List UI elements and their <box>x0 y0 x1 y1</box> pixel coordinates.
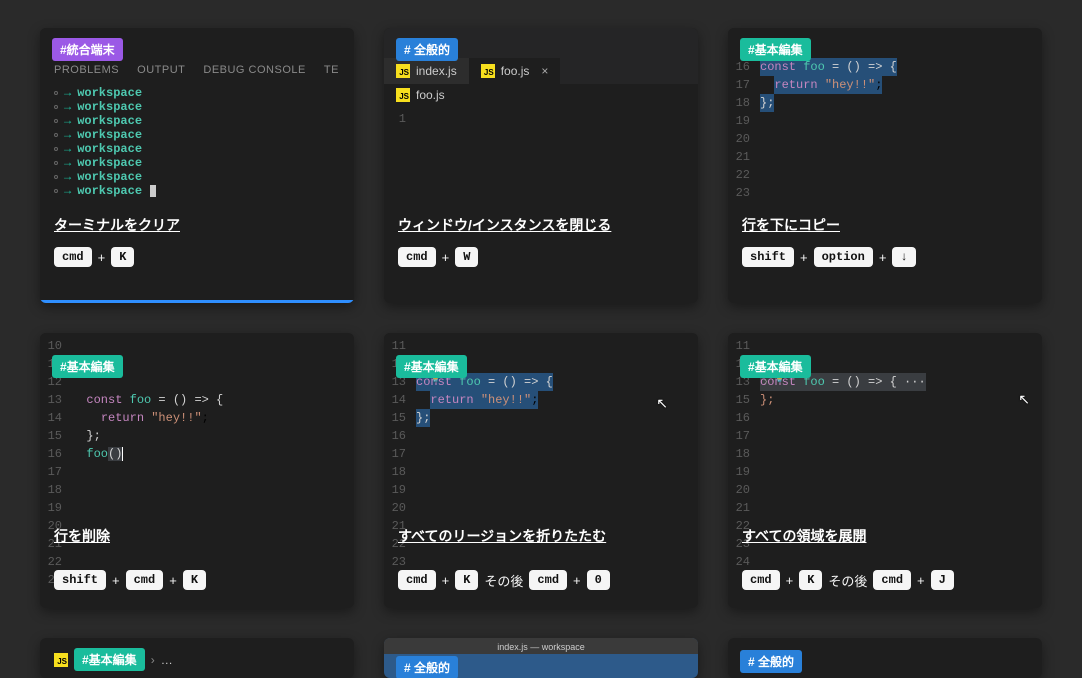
card-preview: # 全般的 JS index.js JS foo.js × JS foo.js … <box>384 28 698 203</box>
shortcut-row: shift + cmd + K <box>54 570 206 590</box>
key: cmd <box>398 570 436 590</box>
key: cmd <box>54 247 92 267</box>
plus-icon: + <box>571 573 583 588</box>
shortcut-row: shift + option + ↓ <box>742 247 1028 267</box>
shortcut-card-partial[interactable]: JS #基本編集 › … <box>40 638 354 678</box>
shortcut-card-partial[interactable]: # 全般的 <box>728 638 1042 678</box>
editor-tab: JS index.js <box>384 58 469 84</box>
key: option <box>814 247 873 267</box>
key: shift <box>742 247 794 267</box>
card-title[interactable]: 行を削除 <box>54 526 110 546</box>
js-file-icon: JS <box>396 88 410 102</box>
editor-tab-active: JS foo.js × <box>469 58 561 84</box>
key: W <box>455 247 478 267</box>
category-tag: # 全般的 <box>396 656 458 678</box>
shortcut-card-copy-line-down[interactable]: #基本編集 16const foo = () => {17 return "he… <box>728 28 1042 303</box>
active-indicator <box>40 300 354 303</box>
panel-tab: OUTPUT <box>137 64 185 76</box>
card-grid: #統合端末 PROBLEMS OUTPUT DEBUG CONSOLE TE →… <box>40 28 1042 678</box>
window-title: index.js — workspace <box>497 642 585 652</box>
plus-icon: + <box>167 573 179 588</box>
card-preview: #基本編集 16const foo = () => {17 return "he… <box>728 28 1042 203</box>
key: K <box>183 570 206 590</box>
panel-tab: PROBLEMS <box>54 64 119 76</box>
shortcut-card-close-window[interactable]: # 全般的 JS index.js JS foo.js × JS foo.js … <box>384 28 698 303</box>
card-preview: #統合端末 PROBLEMS OUTPUT DEBUG CONSOLE TE →… <box>40 28 354 203</box>
category-tag: #基本編集 <box>74 648 145 671</box>
js-file-icon: JS <box>54 653 68 667</box>
line-number: 1 <box>384 110 416 128</box>
key: shift <box>54 570 106 590</box>
plus-icon: + <box>96 250 108 265</box>
card-title[interactable]: すべての領域を展開 <box>742 526 866 546</box>
shortcut-card-fold-all[interactable]: #基本編集 💡 ↖ 111213const foo = () => {14 re… <box>384 333 698 608</box>
panel-tab: DEBUG CONSOLE <box>203 64 305 76</box>
js-file-icon: JS <box>396 64 410 78</box>
plus-icon: + <box>877 250 889 265</box>
plus-icon: + <box>110 573 122 588</box>
shortcut-row: cmd + K その後 cmd + 0 <box>398 570 610 590</box>
key: ↓ <box>892 247 915 267</box>
js-file-icon: JS <box>481 64 495 78</box>
key: J <box>931 570 954 590</box>
key: 0 <box>587 570 610 590</box>
then-label: その後 <box>826 571 869 590</box>
tab-label: foo.js <box>501 64 530 78</box>
plus-icon: + <box>440 573 452 588</box>
category-tag: # 全般的 <box>396 38 458 61</box>
shortcut-card-clear-terminal[interactable]: #統合端末 PROBLEMS OUTPUT DEBUG CONSOLE TE →… <box>40 28 354 303</box>
then-label: その後 <box>482 571 525 590</box>
key: cmd <box>873 570 911 590</box>
shortcut-row: cmd + K その後 cmd + J <box>742 570 954 590</box>
plus-icon: + <box>784 573 796 588</box>
cursor-icon: ↖ <box>656 395 668 412</box>
breadcrumb: JS foo.js <box>384 84 698 106</box>
category-tag: #統合端末 <box>52 38 123 61</box>
card-preview: #基本編集 💡 ↖ 111213const foo = () => {14 re… <box>384 333 698 608</box>
breadcrumb-text: … <box>161 653 173 667</box>
panel-tab: TE <box>324 64 339 76</box>
key: cmd <box>126 570 164 590</box>
key: cmd <box>529 570 567 590</box>
cursor-icon: ↖ <box>1018 391 1030 408</box>
key: cmd <box>742 570 780 590</box>
shortcut-card-partial[interactable]: index.js — workspace # 全般的 <box>384 638 698 678</box>
category-tag: #基本編集 <box>740 355 811 378</box>
card-title[interactable]: ウィンドウ/インスタンスを閉じる <box>398 215 684 235</box>
category-tag: #基本編集 <box>52 355 123 378</box>
card-preview: #基本編集 💡 ↖ 111213›const foo = () => { ···… <box>728 333 1042 608</box>
tab-label: index.js <box>416 64 457 78</box>
category-tag: #基本編集 <box>396 355 467 378</box>
terminal-output: →workspace→workspace→workspace→workspace… <box>40 82 354 202</box>
card-title[interactable]: すべてのリージョンを折りたたむ <box>398 526 606 546</box>
shortcut-card-delete-line[interactable]: #基本編集 10111213 const foo = () => {14 ret… <box>40 333 354 608</box>
card-preview: #基本編集 10111213 const foo = () => {14 ret… <box>40 333 354 608</box>
key: cmd <box>398 247 436 267</box>
key: K <box>111 247 134 267</box>
breadcrumb-text: foo.js <box>416 88 445 102</box>
shortcut-row: cmd + W <box>398 247 684 267</box>
plus-icon: + <box>915 573 927 588</box>
shortcut-card-unfold-all[interactable]: #基本編集 💡 ↖ 111213›const foo = () => { ···… <box>728 333 1042 608</box>
key: K <box>455 570 478 590</box>
plus-icon: + <box>440 250 452 265</box>
close-icon: × <box>541 64 548 78</box>
key: K <box>799 570 822 590</box>
category-tag: #基本編集 <box>740 38 811 61</box>
card-title[interactable]: ターミナルをクリア <box>54 215 340 235</box>
plus-icon: + <box>798 250 810 265</box>
card-title[interactable]: 行を下にコピー <box>742 215 1028 235</box>
category-tag: # 全般的 <box>740 650 802 673</box>
shortcut-row: cmd + K <box>54 247 340 267</box>
